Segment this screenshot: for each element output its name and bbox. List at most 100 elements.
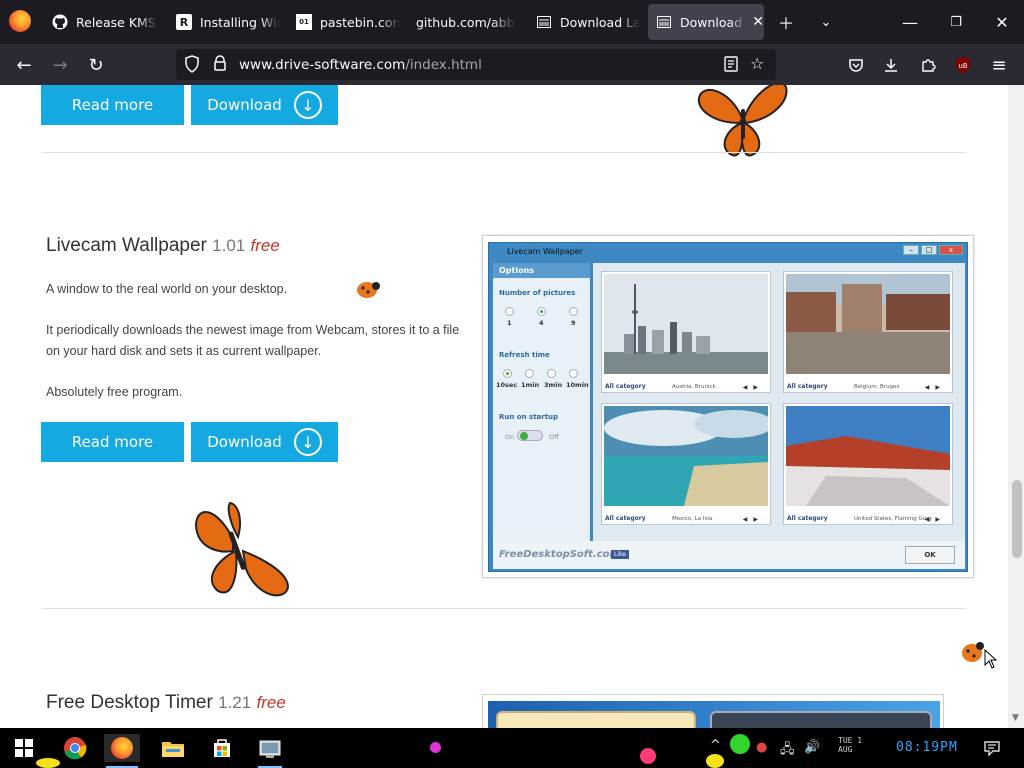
chrome-icon[interactable] bbox=[61, 734, 89, 762]
reload-button[interactable]: ↻ bbox=[83, 52, 109, 78]
r-icon: R bbox=[176, 14, 192, 30]
ublock-origin-icon[interactable]: uB bbox=[950, 52, 976, 78]
tab-pastebin[interactable]: 01 pastebin.com/ bbox=[296, 4, 400, 40]
cell-category: All category bbox=[787, 515, 828, 522]
screenshot-window-controls: – □ x bbox=[903, 245, 963, 255]
windows-start-icon[interactable] bbox=[10, 734, 38, 762]
date-line1: TUE 1 bbox=[838, 736, 863, 745]
town-square-image bbox=[786, 274, 950, 374]
tab-label: Release KMSp bbox=[76, 14, 158, 30]
show-hidden-icons-icon[interactable]: ^ bbox=[710, 738, 721, 753]
firefox-taskbar-icon[interactable] bbox=[104, 734, 140, 768]
page-icon bbox=[656, 14, 672, 30]
close-window-button[interactable]: ✕ bbox=[990, 10, 1014, 34]
read-more-button[interactable]: Read more bbox=[41, 422, 184, 462]
minimize-button[interactable]: — bbox=[898, 10, 922, 34]
svg-text:uB: uB bbox=[958, 62, 967, 70]
forward-button[interactable]: → bbox=[47, 52, 73, 78]
file-explorer-icon[interactable] bbox=[159, 734, 187, 762]
ok-button: OK bbox=[905, 546, 955, 564]
cell-category: All category bbox=[787, 383, 828, 390]
product-name: Livecam Wallpaper bbox=[46, 235, 207, 256]
reader-view-icon[interactable] bbox=[724, 55, 738, 77]
radio-1 bbox=[505, 307, 514, 316]
cell-nav-arrows: ◀▶ bbox=[924, 516, 946, 523]
radio-label: 1min bbox=[521, 381, 540, 389]
taskbar-date[interactable]: TUE 1 AUG bbox=[838, 736, 862, 754]
close-tab-icon[interactable]: ✕ bbox=[752, 14, 764, 30]
mouse-cursor-icon bbox=[984, 649, 998, 669]
volume-icon[interactable]: 🔊 bbox=[804, 740, 820, 755]
section-divider bbox=[41, 608, 967, 609]
microsoft-store-icon[interactable] bbox=[208, 734, 236, 762]
scrollbar-thumb[interactable] bbox=[1012, 480, 1022, 558]
webcam-cell: All category Belgium, Bruges ◀▶ bbox=[783, 271, 953, 393]
product-screenshot: Livecam Wallpaper – □ x Options Number of … bbox=[482, 235, 974, 578]
cell-location: United States, Flaming Gorg bbox=[854, 516, 932, 522]
tab-installing-wine[interactable]: R Installing Wine bbox=[176, 4, 280, 40]
new-tab-button[interactable]: ＋ bbox=[774, 10, 798, 34]
product-description-3: Absolutely free program. bbox=[46, 385, 183, 399]
screenshot-options-panel: Options Number of pictures 1 4 9 Refresh… bbox=[493, 263, 590, 541]
download-button[interactable]: Download ↓ bbox=[191, 85, 338, 125]
cell-location: Mexico, La Isla bbox=[672, 516, 713, 522]
webcam-cell: All category United States, Flaming Gorg… bbox=[783, 403, 953, 525]
read-more-label: Read more bbox=[71, 433, 154, 451]
options-header: Options bbox=[493, 263, 590, 278]
page-icon bbox=[536, 14, 552, 30]
url-text[interactable]: www.drive-software.com/index.html bbox=[239, 57, 482, 73]
cell-category: All category bbox=[605, 383, 646, 390]
radio-10min bbox=[569, 369, 578, 378]
product-version: 1.21 bbox=[218, 693, 252, 712]
download-arrow-icon: ↓ bbox=[293, 91, 322, 119]
cell-category: All category bbox=[605, 515, 646, 522]
tab-download-active[interactable]: Download A ✕ bbox=[648, 4, 764, 40]
free-label: free bbox=[250, 236, 280, 255]
num-pictures-label: Number of pictures bbox=[499, 289, 576, 297]
firefox-menu-icon[interactable] bbox=[9, 10, 31, 32]
bookmark-star-icon[interactable]: ☆ bbox=[750, 54, 764, 73]
list-all-tabs-icon[interactable]: ⌄ bbox=[814, 10, 838, 34]
web-page: Read more Download ↓ Livecam Wallpaper 1… bbox=[0, 85, 1008, 728]
cell-location: Austria, Brunick bbox=[672, 384, 716, 390]
pastebin-icon: 01 bbox=[296, 14, 312, 30]
download-button[interactable]: Download ↓ bbox=[191, 422, 338, 462]
notifications-icon[interactable] bbox=[984, 740, 1000, 760]
cell-nav-arrows: ◀▶ bbox=[742, 516, 764, 523]
tab-bar: Release KMSp R Installing Wine 01 pasteb… bbox=[0, 0, 1024, 44]
product-version: 1.01 bbox=[212, 236, 246, 255]
tab-release-kmsp[interactable]: Release KMSp bbox=[52, 4, 158, 40]
scroll-down-arrow-icon[interactable]: ▼ bbox=[1012, 713, 1019, 723]
refresh-time-label: Refresh time bbox=[499, 351, 550, 359]
radio-3min bbox=[547, 369, 556, 378]
ladybug-tray-icon[interactable]: ● bbox=[756, 740, 767, 755]
radio-9 bbox=[569, 307, 578, 316]
nav-bar: ← → ↻ www.drive-software.com/index.html … bbox=[0, 44, 1024, 105]
cell-location: Belgium, Bruges bbox=[854, 384, 900, 390]
taskbar-clock[interactable]: 08:19PM bbox=[896, 740, 958, 755]
restore-button[interactable]: ❐ bbox=[944, 10, 968, 34]
back-button[interactable]: ← bbox=[11, 52, 37, 78]
hamburger-menu-icon[interactable]: ≡ bbox=[986, 52, 1012, 78]
screenshot-footer: FreeDesktopSoft.com Like OK bbox=[493, 541, 965, 569]
site-info-icon[interactable] bbox=[212, 55, 228, 77]
toggle-off-label: Off bbox=[549, 433, 559, 441]
radio-1min bbox=[525, 369, 534, 378]
downloads-icon[interactable] bbox=[878, 52, 904, 78]
pocket-icon[interactable] bbox=[843, 52, 869, 78]
extensions-icon[interactable] bbox=[915, 52, 941, 78]
read-more-button[interactable]: Read more bbox=[41, 85, 184, 125]
date-line2: AUG bbox=[838, 745, 853, 754]
network-icon[interactable]: 🖧 bbox=[780, 740, 795, 762]
download-label: Download bbox=[207, 433, 282, 451]
product-description-1: A window to the real world on your deskt… bbox=[46, 282, 288, 296]
radio-label: 9 bbox=[571, 319, 576, 327]
desktop-app-icon[interactable] bbox=[256, 734, 284, 768]
screenshot-window-title: Livecam Wallpaper bbox=[507, 247, 583, 256]
page-scrollbar[interactable]: ▼ bbox=[1008, 85, 1024, 728]
cell-nav-arrows: ◀▶ bbox=[742, 384, 764, 391]
tab-github-abbo[interactable]: github.com/abbo bbox=[416, 4, 516, 40]
url-bar[interactable]: www.drive-software.com/index.html ☆ bbox=[176, 49, 776, 80]
tab-download-lad[interactable]: Download Lad bbox=[536, 4, 640, 40]
shield-icon[interactable] bbox=[184, 55, 200, 77]
